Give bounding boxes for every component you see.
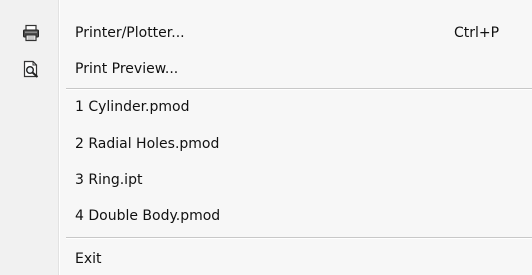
- recent-file-label: 1 Cylinder.pmod: [75, 99, 190, 115]
- recent-file-1[interactable]: 1 Cylinder.pmod: [0, 93, 532, 121]
- menu-item-label: Exit: [75, 251, 102, 267]
- print-preview-icon: [22, 60, 40, 78]
- menu-separator: [66, 88, 532, 90]
- menu-item-label: Printer/Plotter...: [75, 25, 185, 41]
- recent-file-3[interactable]: 3 Ring.ipt: [0, 166, 532, 194]
- menu-item-print-preview[interactable]: Print Preview...: [0, 55, 532, 83]
- recent-file-2[interactable]: 2 Radial Holes.pmod: [0, 130, 532, 158]
- menu-separator: [66, 237, 532, 239]
- file-menu: Printer/Plotter... Ctrl+P Print Preview.…: [0, 0, 532, 275]
- recent-file-label: 3 Ring.ipt: [75, 172, 143, 188]
- printer-icon: [22, 24, 40, 42]
- menu-item-label: Print Preview...: [75, 61, 179, 77]
- recent-file-label: 2 Radial Holes.pmod: [75, 136, 220, 152]
- recent-file-label: 4 Double Body.pmod: [75, 208, 221, 224]
- recent-file-4[interactable]: 4 Double Body.pmod: [0, 202, 532, 230]
- menu-item-exit[interactable]: Exit: [0, 245, 532, 273]
- menu-item-shortcut: Ctrl+P: [454, 25, 500, 41]
- menu-item-printer-plotter[interactable]: Printer/Plotter... Ctrl+P: [0, 19, 532, 47]
